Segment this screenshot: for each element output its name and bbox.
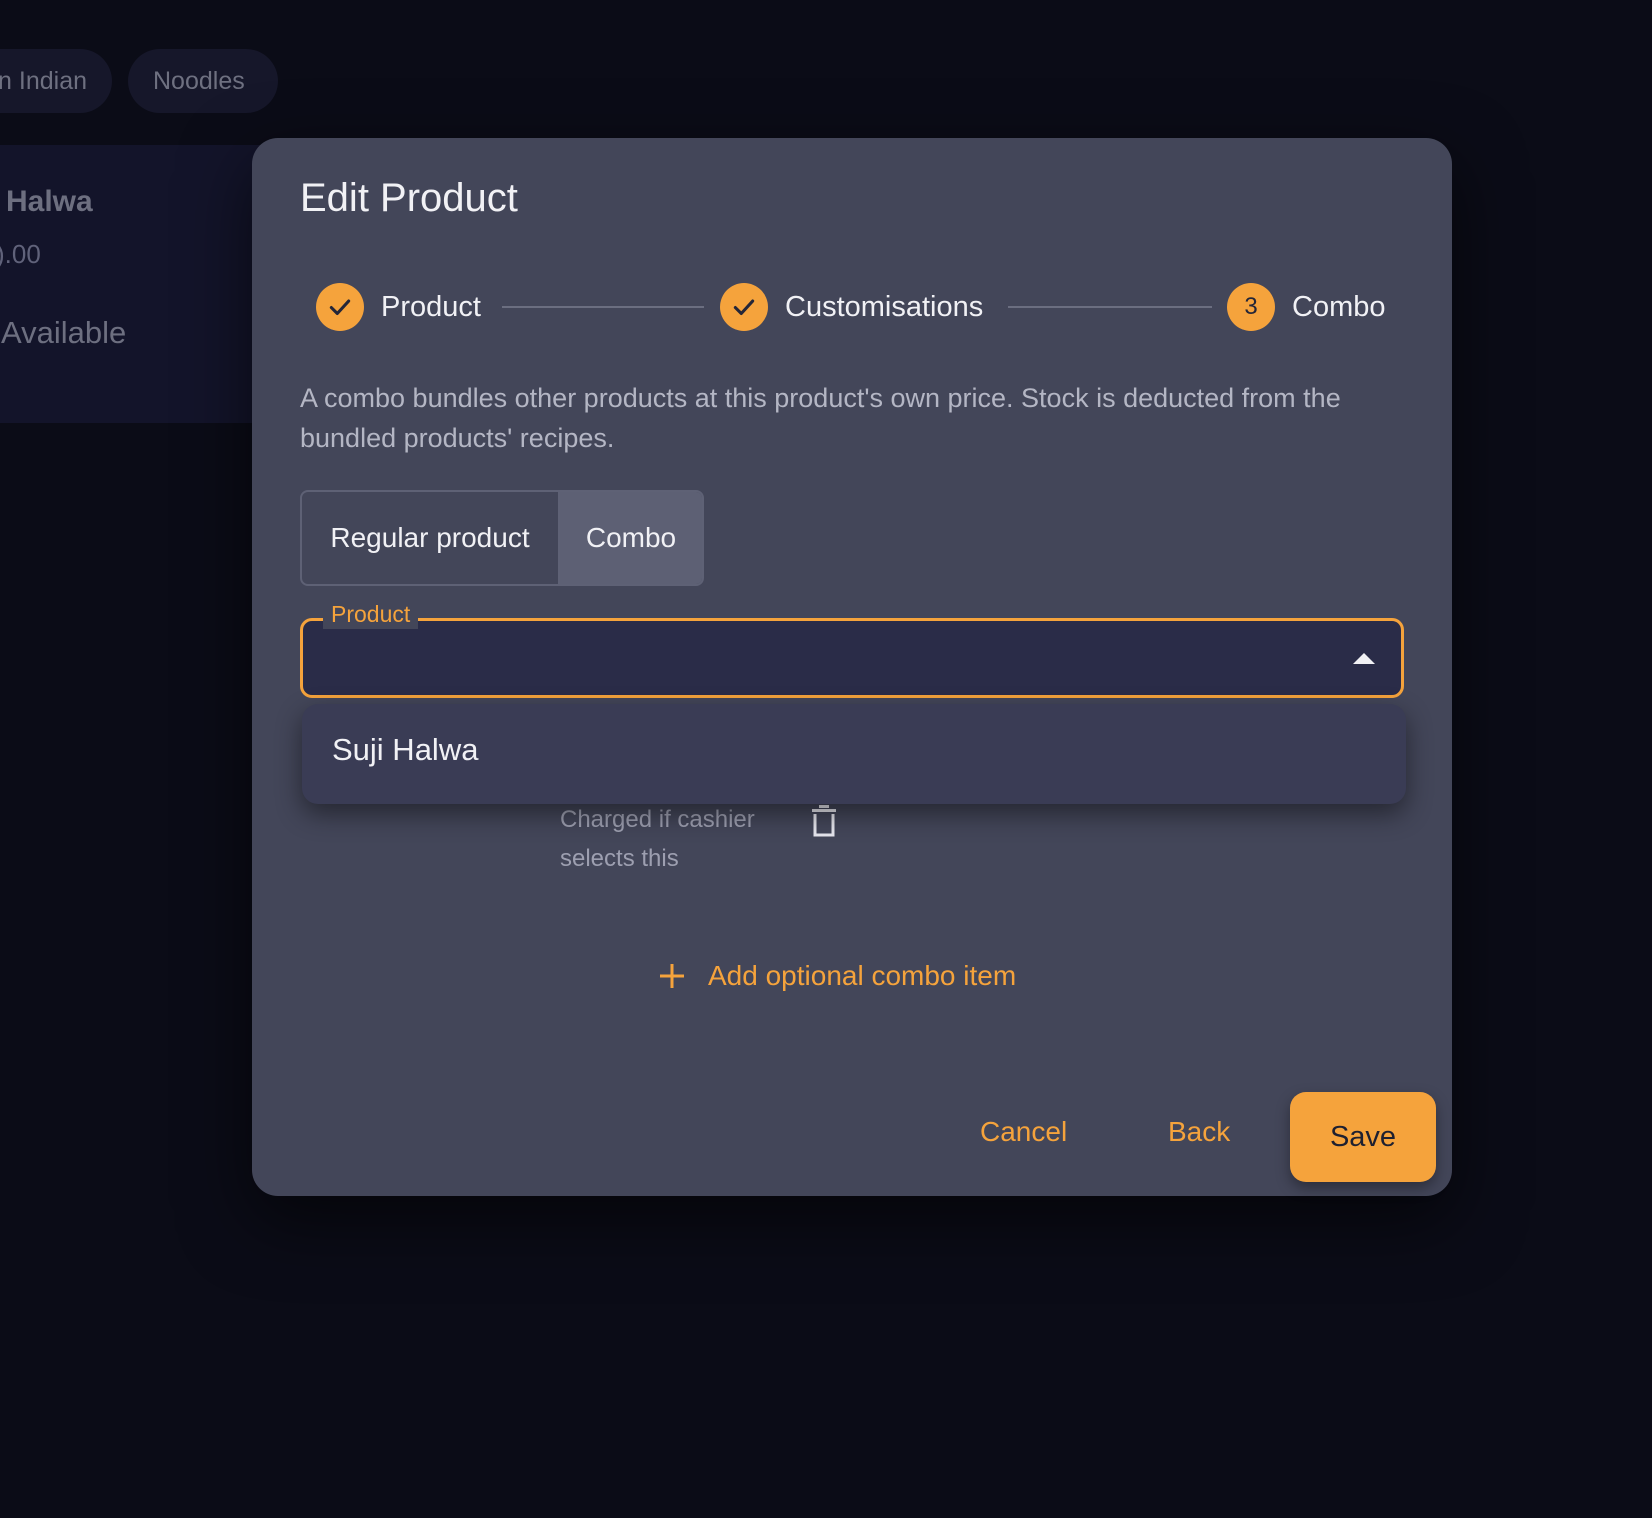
- save-button[interactable]: Save: [1290, 1092, 1436, 1182]
- product-type-toggle: Regular product Combo: [300, 490, 704, 586]
- cancel-button[interactable]: Cancel: [980, 1100, 1067, 1164]
- step-connector: [502, 306, 704, 308]
- combo-description: A combo bundles other products at this p…: [300, 383, 1341, 453]
- step-label: Combo: [1292, 290, 1386, 323]
- step-product: Product: [316, 282, 481, 332]
- product-option[interactable]: Suji Halwa: [332, 732, 478, 768]
- product-card[interactable]: Halwa ).00 Available: [0, 145, 280, 423]
- add-optional-combo-item-button[interactable]: Add optional combo item: [658, 960, 1016, 992]
- charge-helper-text: Charged if cashier selects this: [560, 806, 755, 872]
- category-chip-label: n Indian: [0, 66, 87, 95]
- product-card-title: Halwa: [6, 185, 93, 218]
- dialog-title: Edit Product: [300, 176, 518, 220]
- product-card-status: Available: [1, 315, 127, 350]
- step-connector: [1008, 306, 1212, 308]
- step-combo: 3 Combo: [1227, 282, 1386, 332]
- regular-product-toggle-button[interactable]: Regular product: [302, 492, 560, 584]
- step-label: Customisations: [785, 290, 984, 323]
- back-button[interactable]: Back: [1168, 1100, 1230, 1164]
- step-label: Product: [381, 290, 481, 323]
- add-optional-combo-item-label: Add optional combo item: [708, 960, 1017, 991]
- edit-product-dialog: Edit Product Product Customisations 3 Co…: [252, 138, 1452, 1196]
- product-card-price: ).00: [0, 239, 41, 269]
- product-select[interactable]: Product: [300, 599, 1404, 698]
- trash-icon[interactable]: [810, 804, 838, 838]
- screen: n Indian Noodles Halwa ).00 Available Ed…: [0, 0, 1652, 1518]
- caret-up-icon[interactable]: [1353, 653, 1375, 664]
- category-chip[interactable]: Noodles: [128, 49, 278, 113]
- product-options-menu: Suji Halwa: [302, 704, 1406, 804]
- product-select-label: Product: [323, 599, 419, 629]
- category-chip[interactable]: n Indian: [0, 49, 112, 113]
- step-customisations: Customisations: [720, 282, 983, 332]
- combo-toggle-button[interactable]: Combo: [560, 492, 702, 584]
- step-number: 3: [1227, 283, 1275, 331]
- check-icon: [316, 283, 364, 331]
- plus-icon: [660, 964, 684, 988]
- check-icon: [720, 283, 768, 331]
- category-chip-label: Noodles: [153, 66, 245, 95]
